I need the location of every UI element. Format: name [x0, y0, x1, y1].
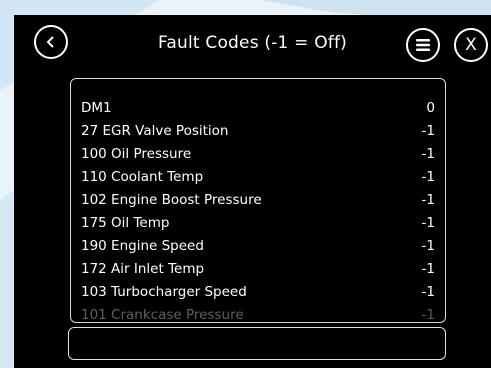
fault-code-list[interactable]: DM1 0 27 EGR Valve Position -1 100 Oil P…	[70, 78, 446, 323]
list-item[interactable]: 172 Air Inlet Temp -1	[81, 257, 435, 280]
fault-code-value: -1	[421, 168, 435, 185]
list-item[interactable]: DM1 0	[81, 96, 435, 119]
fault-code-label: DM1	[81, 99, 112, 116]
list-item[interactable]: 103 Turbocharger Speed -1	[81, 280, 435, 303]
fault-code-label: 175 Oil Temp	[81, 214, 170, 231]
fault-code-label: 27 EGR Valve Position	[81, 122, 229, 139]
fault-code-value: 0	[426, 99, 435, 116]
device-screen: Fault Codes (-1 = Off) X DM1 0 27 EGR Va…	[14, 15, 491, 368]
list-item[interactable]: 175 Oil Temp -1	[81, 211, 435, 234]
list-item[interactable]: 110 Coolant Temp -1	[81, 165, 435, 188]
fault-code-label: 110 Coolant Temp	[81, 168, 204, 185]
fault-code-value: -1	[421, 145, 435, 162]
close-button[interactable]: X	[454, 28, 488, 62]
fault-code-label: 172 Air Inlet Temp	[81, 260, 205, 277]
menu-button[interactable]	[406, 28, 440, 62]
list-item[interactable]: 102 Engine Boost Pressure -1	[81, 188, 435, 211]
fault-code-label: 101 Crankcase Pressure	[81, 306, 244, 323]
fault-code-value: -1	[421, 122, 435, 139]
fault-code-label: 100 Oil Pressure	[81, 145, 192, 162]
fault-code-value: -1	[421, 237, 435, 254]
list-item[interactable]: 101 Crankcase Pressure -1	[81, 303, 435, 323]
list-item[interactable]: 190 Engine Speed -1	[81, 234, 435, 257]
list-item[interactable]: 100 Oil Pressure -1	[81, 142, 435, 165]
entry-field[interactable]	[68, 327, 446, 360]
fault-code-value: -1	[421, 306, 435, 323]
fault-code-label: 190 Engine Speed	[81, 237, 204, 254]
fault-code-value: -1	[421, 283, 435, 300]
list-item[interactable]: 27 EGR Valve Position -1	[81, 119, 435, 142]
fault-code-label: 103 Turbocharger Speed	[81, 283, 247, 300]
fault-code-value: -1	[421, 260, 435, 277]
fault-code-label: 102 Engine Boost Pressure	[81, 191, 262, 208]
fault-code-value: -1	[421, 214, 435, 231]
fault-code-value: -1	[421, 191, 435, 208]
close-label: X	[465, 34, 477, 55]
hamburger-menu-icon	[416, 39, 430, 51]
